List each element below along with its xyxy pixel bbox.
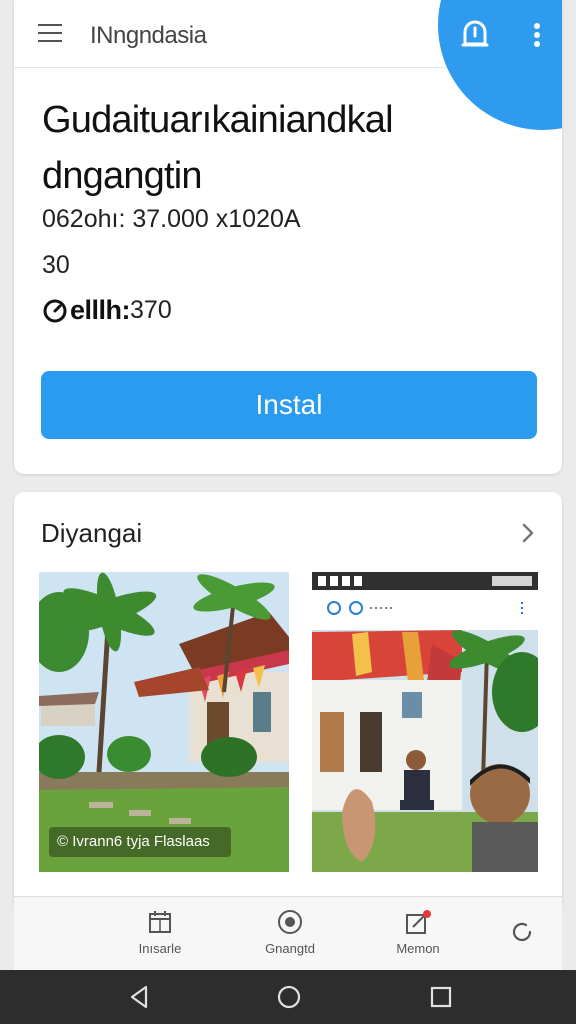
- headline-line-1: Gudaituarıkainiandkal: [42, 99, 394, 141]
- nav-item-refresh[interactable]: [472, 919, 572, 951]
- meta-line-2: 30: [42, 251, 70, 279]
- chevron-right-icon[interactable]: [520, 522, 536, 544]
- nav-label-inisarle: Inısarle: [138, 941, 182, 956]
- nav-item-gnangtd[interactable]: Gnangtd: [240, 909, 340, 956]
- more-vert-icon[interactable]: [530, 20, 544, 50]
- nav-label-memon: Memon: [396, 941, 440, 956]
- install-button[interactable]: Instal: [41, 371, 537, 439]
- app-title: INngndasia: [90, 22, 207, 49]
- refresh-icon: [512, 922, 532, 941]
- home-circle-icon[interactable]: [276, 984, 302, 1010]
- recents-square-icon[interactable]: [430, 984, 452, 1010]
- screenshots-section-title: Diyangai: [41, 518, 143, 548]
- nav-item-inisarle[interactable]: Inısarle: [110, 909, 210, 956]
- notification-icon[interactable]: [460, 18, 490, 52]
- app-headline: Gudaituarıkainiandkal dngangtin: [42, 92, 542, 204]
- app-detail-card: INngndasia Gudaituarıkainiandkal dngangt…: [14, 0, 562, 474]
- back-triangle-icon[interactable]: [128, 984, 150, 1010]
- edit-badge-icon: [406, 910, 431, 934]
- system-navigation-bar: [0, 970, 576, 1024]
- nav-label-gnangtd: Gnangtd: [265, 941, 315, 956]
- bottom-navigation-bar: Inısarle Gnangtd Memon: [14, 896, 562, 970]
- meta-line-1: 062ohı: 37.000 x1020A: [42, 205, 301, 233]
- headline-line-2: dngangtin: [42, 155, 203, 197]
- screenshot-caption: © Ivrann6 tyja Flaslaas: [49, 827, 231, 857]
- calendar-grid-icon: [149, 911, 171, 933]
- meta-line-3-value: 370: [130, 296, 172, 324]
- menu-icon[interactable]: [38, 24, 62, 44]
- meta-line-3: elllh: 370: [42, 295, 172, 326]
- phone-screenshot-image: [312, 572, 538, 872]
- screenshot-thumbnail-1[interactable]: © Ivrann6 tyja Flaslaas: [39, 572, 289, 872]
- meta-line-3-label: elllh:: [70, 295, 131, 325]
- nav-item-memon[interactable]: Memon: [368, 909, 468, 956]
- clock-icon: [43, 299, 67, 322]
- screenshot-thumbnail-2[interactable]: [312, 572, 538, 872]
- globe-icon: [278, 910, 302, 934]
- screenshots-card: Diyangai © Ivrann6 tyja Flaslaas: [14, 492, 562, 912]
